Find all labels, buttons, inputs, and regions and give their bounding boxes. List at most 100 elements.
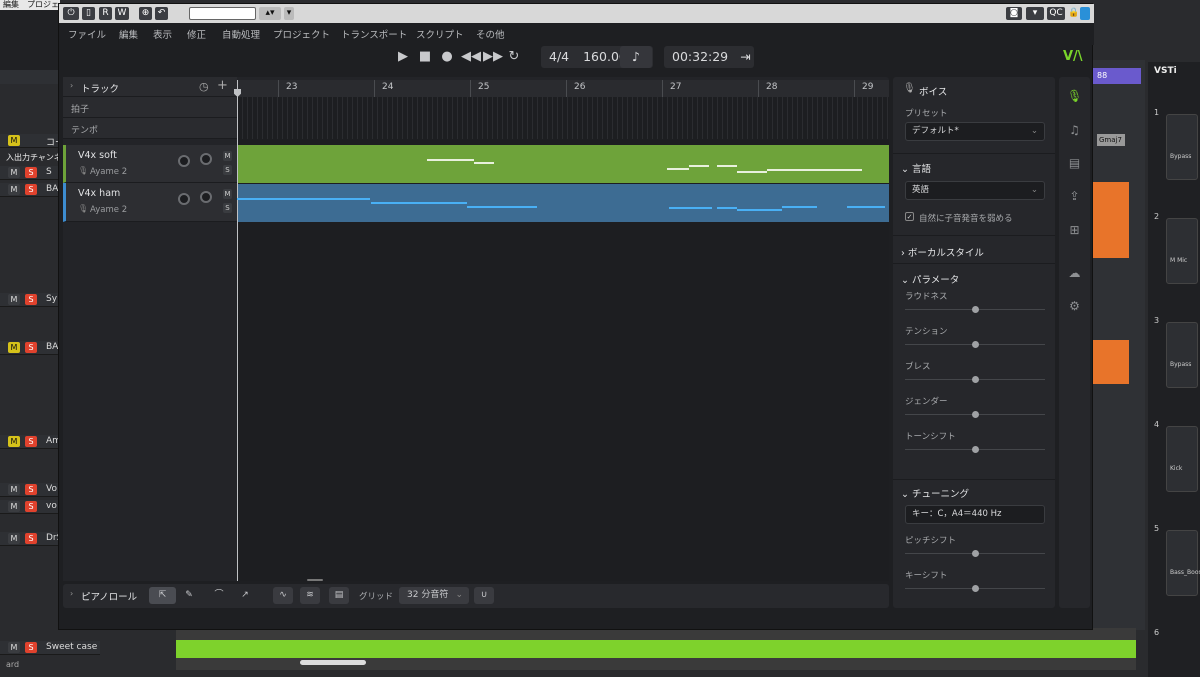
pan-knob[interactable] [178, 193, 190, 205]
menu-item[interactable]: 編集 [119, 27, 138, 41]
host-mute-button[interactable]: M [8, 135, 20, 146]
draw-curve-tool-icon[interactable]: ↗ [233, 587, 257, 604]
select-tool-icon[interactable]: ⇱ [149, 587, 176, 604]
slot-box[interactable]: Bypass [1166, 114, 1198, 180]
pitch-note[interactable] [474, 162, 494, 164]
menu-item[interactable]: ファイル [68, 27, 106, 41]
time-display[interactable]: 00:32:29 ⇥ [664, 46, 754, 68]
host-scrollbar[interactable] [300, 660, 366, 665]
expand-chevron-icon[interactable]: › [70, 589, 73, 598]
track-v4x-ham[interactable]: V4x ham 🎙 Ayame 2 M S [63, 183, 237, 222]
pitch-note[interactable] [847, 206, 885, 208]
slider-thumb[interactable] [972, 550, 979, 557]
host-solo-button[interactable]: S [25, 342, 37, 353]
param-slider[interactable] [905, 306, 1045, 313]
menu-item[interactable]: 自動処理 [222, 27, 260, 41]
pitch-note[interactable] [737, 209, 782, 211]
volume-knob[interactable] [200, 153, 212, 165]
host-track[interactable]: MSS [0, 166, 62, 180]
cloud-tab-icon[interactable]: ☁ [1067, 266, 1082, 281]
host-track[interactable]: M S Sy [0, 293, 62, 307]
quick-controls-button[interactable]: QC [1047, 7, 1065, 20]
tuning-field[interactable]: キー：C，A4＝440 Hz [905, 505, 1045, 524]
param-slider[interactable] [905, 376, 1045, 383]
clip-v4x-ham[interactable] [237, 184, 889, 222]
pitch-note[interactable] [467, 206, 537, 208]
slider-thumb[interactable] [972, 585, 979, 592]
export-tab-icon[interactable]: ⇪ [1067, 189, 1082, 204]
mute-button[interactable]: M [223, 189, 232, 199]
dictionary-tab-icon[interactable]: ▤ [1067, 156, 1082, 171]
host-solo-button[interactable]: S [25, 533, 37, 544]
param-slider[interactable] [905, 411, 1045, 418]
slider-thumb[interactable] [972, 446, 979, 453]
slot-box[interactable]: Kick [1166, 426, 1198, 492]
param-slider[interactable] [905, 341, 1045, 348]
time-signature[interactable]: 4/4 [549, 49, 569, 64]
preset-field[interactable] [189, 7, 256, 20]
host-solo-button[interactable]: S [25, 642, 37, 653]
host-mute-button[interactable]: M [8, 501, 20, 512]
menu-item[interactable]: 修正 [187, 27, 206, 41]
preset-menu-icon[interactable]: ▾ [284, 7, 294, 20]
grid-select[interactable]: 32 分音符 ⌄ [399, 587, 469, 604]
preset-arrows-icon[interactable]: ▴▾ [259, 7, 281, 20]
menu-item[interactable]: トランスポート [341, 27, 407, 41]
host-track[interactable]: M S DrS [0, 532, 62, 546]
rewind-icon[interactable]: ◀◀ [461, 49, 481, 64]
host-track[interactable]: M S BA [0, 341, 62, 355]
param-slider[interactable] [905, 446, 1045, 453]
resize-handle[interactable] [307, 579, 323, 581]
add-track-icon[interactable]: + [217, 78, 228, 93]
menu-item[interactable]: プロジェクト [273, 27, 330, 41]
pitch-note[interactable] [717, 165, 737, 167]
host-track[interactable]: M S Vo [0, 483, 62, 497]
track-v4x-soft[interactable]: V4x soft 🎙 Ayame 2 M S [63, 145, 237, 183]
pitch-note[interactable] [237, 198, 370, 200]
timeline-ruler[interactable]: 23 24 25 26 27 28 29 [237, 80, 889, 97]
solo-button[interactable]: S [223, 203, 232, 213]
pitch-note[interactable] [737, 171, 767, 173]
language-select[interactable]: 英語 ⌄ [905, 181, 1045, 200]
consonant-checkbox[interactable]: ✓ [905, 212, 914, 221]
solo-button[interactable]: S [223, 165, 232, 175]
read-automation-button[interactable]: R [99, 7, 112, 20]
host-track[interactable]: M Svo [0, 500, 62, 514]
host-mute-button[interactable]: M [8, 167, 20, 178]
history-icon[interactable]: ◷ [199, 80, 209, 93]
host-track[interactable]: M S Am [0, 435, 62, 449]
collapse-chevron-icon[interactable]: › [70, 81, 73, 90]
host-solo-button[interactable]: S [25, 167, 37, 178]
host-mute-button[interactable]: M [8, 294, 20, 305]
language-header[interactable]: ⌄ 言語 [901, 161, 931, 175]
slot-box[interactable]: M Mic [1166, 218, 1198, 284]
mute-button[interactable]: M [223, 151, 232, 161]
compare-icon[interactable]: ⊕ [139, 7, 152, 20]
camera-icon[interactable]: ◙ [1006, 7, 1022, 20]
slider-thumb[interactable] [972, 376, 979, 383]
menu-item[interactable]: その他 [476, 27, 505, 41]
host-mute-button[interactable]: M [8, 484, 20, 495]
pencil-tool-icon[interactable]: ✎ [178, 587, 200, 604]
host-track[interactable]: M S Sweet case [0, 641, 100, 655]
menu-item[interactable]: 表示 [153, 27, 172, 41]
write-automation-button[interactable]: W [115, 7, 129, 20]
pitch-note[interactable] [767, 169, 862, 171]
host-mute-button[interactable]: M [8, 533, 20, 544]
waveform-icon[interactable]: ≋ [300, 587, 320, 604]
slider-thumb[interactable] [972, 306, 979, 313]
host-solo-button[interactable]: S [25, 184, 37, 195]
bypass-button[interactable]: ▯ [82, 7, 95, 20]
pitch-note[interactable] [669, 207, 712, 209]
host-track[interactable]: M S BA [0, 183, 62, 197]
host-mute-button[interactable]: M [8, 184, 20, 195]
menu-item[interactable]: スクリプト [416, 27, 464, 41]
host-track[interactable]: Mコー [0, 134, 62, 148]
undo-icon[interactable]: ↶ [155, 7, 168, 20]
slot-box[interactable]: Bass_Boost [1166, 530, 1200, 596]
robot-tab-icon[interactable]: ⊞ [1067, 223, 1082, 238]
play-icon[interactable]: ▶ [395, 49, 411, 64]
host-mute-button[interactable]: M [8, 436, 20, 447]
pitch-note[interactable] [371, 202, 467, 204]
host-solo-button[interactable]: S [25, 484, 37, 495]
